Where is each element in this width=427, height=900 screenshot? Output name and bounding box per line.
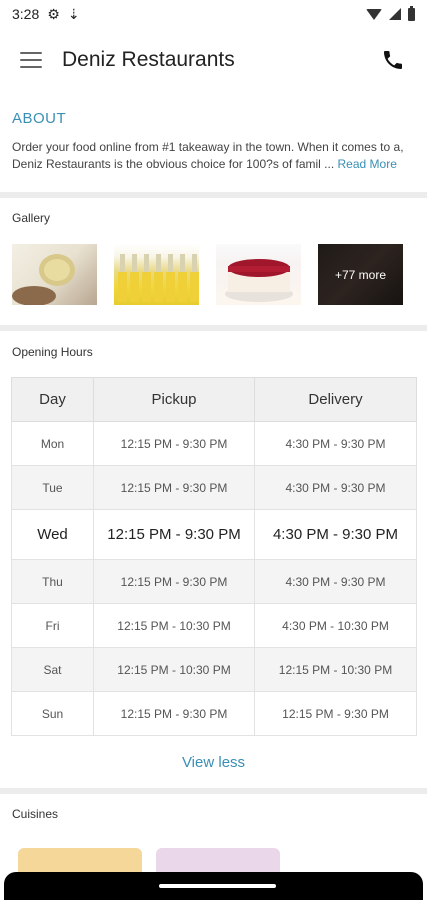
delivery-cell: 4:30 PM - 9:30 PM (254, 509, 417, 560)
table-row-today: Wed 12:15 PM - 9:30 PM 4:30 PM - 9:30 PM (11, 509, 417, 560)
delivery-cell: 12:15 PM - 10:30 PM (254, 647, 417, 692)
pickup-cell: 12:15 PM - 9:30 PM (93, 691, 255, 736)
status-time: 3:28 (12, 6, 40, 22)
navigation-bar (4, 872, 423, 900)
wifi-icon (366, 8, 382, 20)
app-bar: Deniz Restaurants (0, 28, 427, 92)
gallery-image-hummus[interactable] (12, 244, 97, 305)
delivery-cell: 4:30 PM - 9:30 PM (254, 421, 417, 466)
delivery-cell: 4:30 PM - 10:30 PM (254, 603, 417, 648)
section-divider (0, 325, 427, 331)
day-cell: Wed (11, 509, 94, 560)
gallery-more-tile[interactable]: +77 more (318, 244, 403, 305)
gallery: +77 more (12, 244, 403, 305)
view-less-link[interactable]: View less (0, 754, 427, 771)
delivery-cell: 12:15 PM - 9:30 PM (254, 691, 417, 736)
opening-hours-label: Opening Hours (12, 345, 93, 359)
about-section: ABOUT Order your food online from #1 tak… (0, 110, 427, 173)
table-row: Sun 12:15 PM - 9:30 PM 12:15 PM - 9:30 P… (11, 691, 417, 736)
section-divider (0, 788, 427, 794)
table-header-row: Day Pickup Delivery (11, 377, 417, 422)
home-handle[interactable] (159, 884, 276, 888)
gallery-image-cheesecake[interactable] (216, 244, 301, 305)
signal-icon (389, 8, 401, 20)
gallery-more-label: +77 more (318, 244, 403, 305)
delivery-cell: 4:30 PM - 9:30 PM (254, 465, 417, 510)
pickup-cell: 12:15 PM - 9:30 PM (93, 509, 255, 560)
hamburger-menu-icon[interactable] (20, 52, 42, 68)
pickup-cell: 12:15 PM - 10:30 PM (93, 647, 255, 692)
pickup-cell: 12:15 PM - 10:30 PM (93, 603, 255, 648)
about-heading: ABOUT (12, 110, 67, 127)
settings-gear-icon: ⚙ (47, 5, 60, 22)
gallery-label: Gallery (12, 211, 51, 225)
day-cell: Sat (11, 647, 94, 692)
opening-hours-table: Day Pickup Delivery Mon 12:15 PM - 9:30 … (11, 377, 417, 736)
download-icon: ⇣ (67, 5, 80, 22)
table-row: Sat 12:15 PM - 10:30 PM 12:15 PM - 10:30… (11, 647, 417, 692)
table-row: Fri 12:15 PM - 10:30 PM 4:30 PM - 10:30 … (11, 603, 417, 648)
day-cell: Thu (11, 559, 94, 604)
battery-icon (408, 5, 415, 21)
pickup-cell: 12:15 PM - 9:30 PM (93, 465, 255, 510)
page-title: Deniz Restaurants (62, 48, 235, 71)
day-cell: Mon (11, 421, 94, 466)
about-text: Order your food online from #1 takeaway … (12, 139, 415, 173)
table-row: Tue 12:15 PM - 9:30 PM 4:30 PM - 9:30 PM (11, 465, 417, 510)
read-more-link[interactable]: Read More (338, 157, 397, 171)
delivery-cell: 4:30 PM - 9:30 PM (254, 559, 417, 604)
phone-icon[interactable] (381, 48, 405, 72)
header-pickup: Pickup (93, 377, 255, 422)
pickup-cell: 12:15 PM - 9:30 PM (93, 559, 255, 604)
gallery-image-bottles[interactable] (114, 244, 199, 305)
cuisines-label: Cuisines (12, 807, 59, 821)
day-cell: Fri (11, 603, 94, 648)
table-row: Mon 12:15 PM - 9:30 PM 4:30 PM - 9:30 PM (11, 421, 417, 466)
table-row: Thu 12:15 PM - 9:30 PM 4:30 PM - 9:30 PM (11, 559, 417, 604)
day-cell: Tue (11, 465, 94, 510)
header-day: Day (11, 377, 94, 422)
pickup-cell: 12:15 PM - 9:30 PM (93, 421, 255, 466)
section-divider (0, 192, 427, 198)
status-bar: 3:28 ⚙ ⇣ (0, 0, 427, 28)
day-cell: Sun (11, 691, 94, 736)
header-delivery: Delivery (254, 377, 417, 422)
